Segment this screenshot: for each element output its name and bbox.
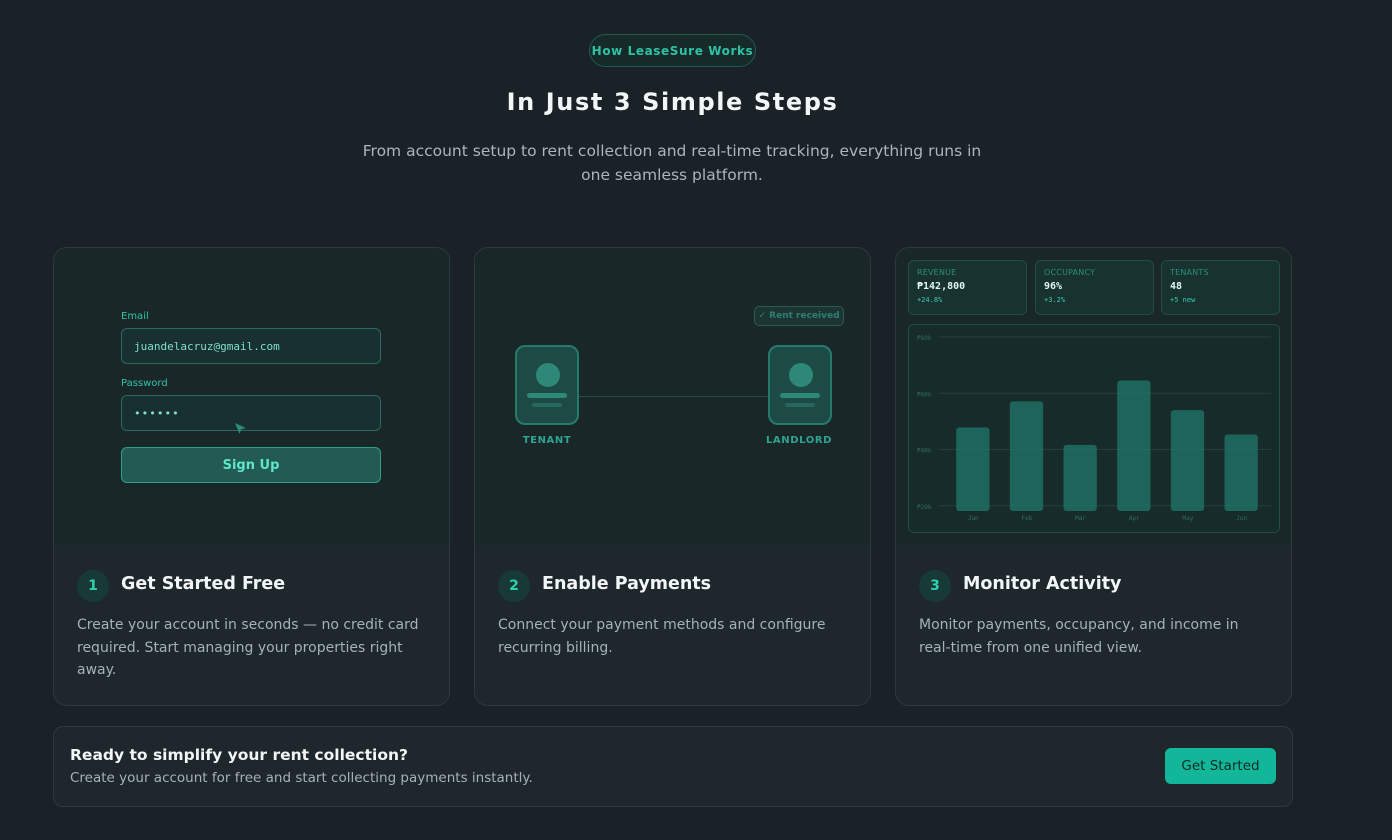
chart-xtick-label: Mar: [1075, 515, 1086, 522]
kpi-tenants: TENANTS 48 +5 new: [1161, 260, 1280, 315]
cursor-icon: [235, 423, 246, 434]
chart-ytick-label: ₱80k: [917, 335, 932, 342]
section-title: In Just 3 Simple Steps: [506, 88, 839, 116]
chart-xtick-label: Jan: [968, 515, 979, 522]
kpi-value: ₱142,800: [917, 281, 966, 292]
kpi-label: REVENUE: [917, 268, 957, 277]
section-subtitle: From account setup to rent collection an…: [362, 142, 982, 184]
chart-bar-jan: [956, 427, 990, 511]
step-card-3: REVENUE ₱142,800 +24.8% OCCUPANCY 96% +3…: [895, 247, 1292, 706]
step-title: Monitor Activity: [963, 574, 1122, 594]
landlord-label: LANDLORD: [765, 435, 833, 446]
chart-xtick-label: Jun: [1236, 515, 1247, 522]
step-number-badge: 2: [498, 570, 530, 602]
chart-xtick-label: May: [1183, 515, 1194, 522]
kpi-revenue: REVENUE ₱142,800 +24.8%: [908, 260, 1027, 315]
signup-preview: Email juandelacruz@gmail.com Password ••…: [54, 248, 449, 545]
landlord-avatar-icon: [768, 345, 832, 425]
chart-bar-jun: [1224, 434, 1258, 511]
revenue-chart: ₱80k ₱60k ₱40k ₱20k Jan Feb Mar Apr May Jun: [908, 324, 1280, 533]
kpi-value: 48: [1170, 281, 1183, 292]
step-description: Connect your payment methods and configu…: [498, 617, 826, 656]
chart-xtick-label: Feb: [1022, 515, 1033, 522]
rent-received-badge: ✓ Rent received: [754, 306, 844, 326]
step-description: Create your account in seconds — no cred…: [77, 617, 419, 678]
payment-connector: [579, 396, 769, 397]
step-card-2: ✓ Rent received TENANT LANDLORD 2 Enable…: [474, 247, 871, 706]
dashboard-preview: REVENUE ₱142,800 +24.8% OCCUPANCY 96% +3…: [896, 248, 1291, 545]
chart-bar-apr: [1117, 380, 1151, 511]
chart-ytick-label: ₱40k: [917, 448, 932, 455]
password-field[interactable]: ••••••: [121, 395, 381, 431]
chart-bar-mar: [1063, 444, 1097, 511]
step-card-1: Email juandelacruz@gmail.com Password ••…: [53, 247, 450, 706]
revenue-chart-svg: ₱80k ₱60k ₱40k ₱20k Jan Feb Mar Apr May Jun: [917, 335, 1271, 522]
chart-ytick-label: ₱60k: [917, 391, 932, 398]
email-field[interactable]: juandelacruz@gmail.com: [121, 328, 381, 364]
cta-banner: Ready to simplify your rent collection? …: [53, 726, 1293, 807]
email-value: juandelacruz@gmail.com: [134, 339, 280, 353]
kpi-label: TENANTS: [1170, 268, 1209, 277]
chart-bar-may: [1170, 410, 1205, 511]
kpi-occupancy: OCCUPANCY 96% +3.2%: [1035, 260, 1154, 315]
kpi-delta: +24.8%: [917, 296, 943, 304]
section-eyebrow-badge: How LeaseSure Works: [589, 34, 756, 67]
step-number-badge: 3: [919, 570, 951, 602]
kpi-delta: +3.2%: [1044, 296, 1066, 304]
chart-ytick-label: ₱20k: [917, 504, 932, 511]
kpi-value: 96%: [1044, 281, 1063, 292]
password-value: ••••••: [134, 406, 180, 420]
email-label: Email: [121, 311, 149, 322]
step-number-badge: 1: [77, 570, 109, 602]
kpi-delta: +5 new: [1170, 296, 1196, 304]
kpi-label: OCCUPANCY: [1044, 268, 1096, 277]
sign-up-button[interactable]: Sign Up: [121, 447, 381, 483]
payment-flow-preview: ✓ Rent received TENANT LANDLORD: [475, 248, 870, 545]
chart-xtick-label: Apr: [1129, 515, 1140, 522]
cta-title: Ready to simplify your rent collection?: [70, 746, 408, 764]
tenant-avatar-icon: [515, 345, 579, 425]
tenant-label: TENANT: [522, 435, 572, 446]
step-title: Get Started Free: [121, 574, 286, 594]
step-title: Enable Payments: [542, 574, 712, 594]
cta-subtitle: Create your account for free and start c…: [70, 770, 533, 786]
get-started-button[interactable]: Get Started: [1165, 748, 1276, 784]
step-description: Monitor payments, occupancy, and income …: [919, 617, 1239, 656]
password-label: Password: [121, 378, 168, 389]
sign-up-label: Sign Up: [222, 457, 280, 473]
chart-bar-feb: [1009, 401, 1044, 511]
section-eyebrow: How LeaseSure Works: [591, 43, 754, 58]
